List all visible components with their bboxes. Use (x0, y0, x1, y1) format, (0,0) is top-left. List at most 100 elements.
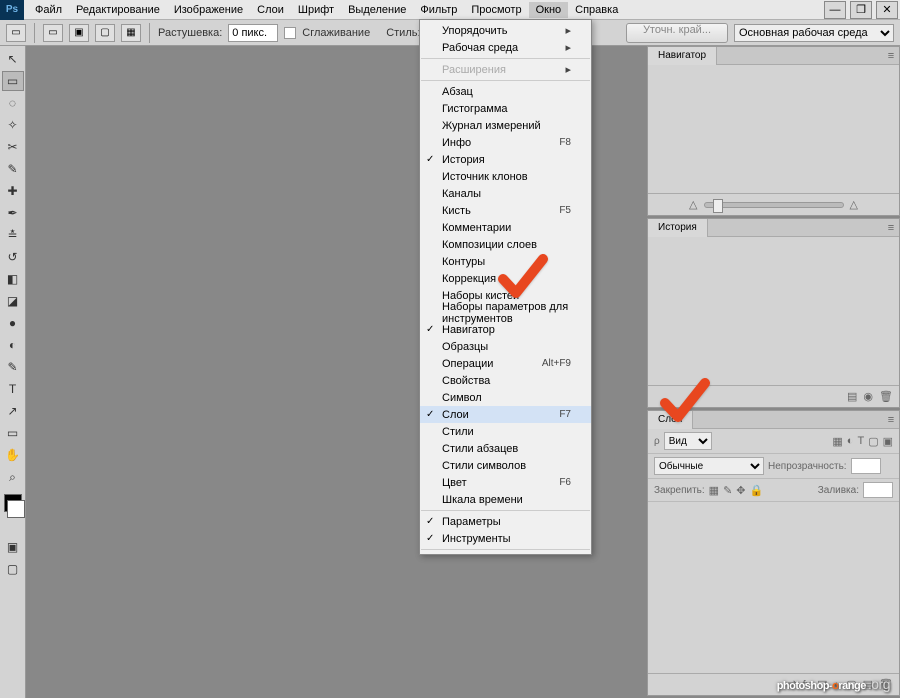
refine-edge-button[interactable]: Уточн. край... (626, 23, 728, 43)
layers-panel: Слои≡ ρ Вид ▦ ◐ T ▢ ▣ Обычные Непрозрачн… (647, 410, 900, 696)
menu-item[interactable]: ✓Инструменты (420, 530, 591, 547)
menu-select[interactable]: Выделение (341, 2, 413, 18)
menu-item[interactable]: Упорядочить▸ (420, 22, 591, 39)
close-button[interactable]: ✕ (876, 1, 898, 19)
menu-item[interactable]: Шкала времени (420, 491, 591, 508)
shape-add-icon[interactable]: ▣ (69, 24, 89, 42)
menu-item[interactable]: Источник клонов (420, 168, 591, 185)
menu-item[interactable]: ✓История (420, 151, 591, 168)
tool-stamp[interactable]: ≛ (2, 225, 24, 245)
menu-window[interactable]: Окно (529, 2, 569, 18)
layers-body[interactable] (648, 502, 899, 673)
tool-screenmode[interactable]: ▢ (2, 559, 24, 579)
navigator-tab[interactable]: Навигатор (648, 47, 717, 65)
antialias-checkbox[interactable] (284, 27, 296, 39)
menu-item[interactable]: Стили абзацев (420, 440, 591, 457)
menu-edit[interactable]: Редактирование (69, 2, 167, 18)
menu-item[interactable]: Стили (420, 423, 591, 440)
tool-brush[interactable]: ✒ (2, 203, 24, 223)
tool-eyedrop[interactable]: ✎ (2, 159, 24, 179)
new-doc-icon[interactable]: ▤ (847, 390, 857, 403)
menu-item[interactable]: Журнал измерений (420, 117, 591, 134)
tool-preset-icon[interactable]: ▭ (6, 24, 26, 42)
tool-wand[interactable]: ✧ (2, 115, 24, 135)
workspace-select[interactable]: Основная рабочая среда (734, 24, 894, 42)
menu-item[interactable]: Стили символов (420, 457, 591, 474)
zoom-in-icon[interactable]: △ (850, 198, 858, 211)
shape-int-icon[interactable]: ▦ (121, 24, 141, 42)
menu-item[interactable]: Образцы (420, 338, 591, 355)
tool-path[interactable]: ↗ (2, 401, 24, 421)
tool-lasso[interactable]: ◌ (2, 93, 24, 113)
tool-crop[interactable]: ✂ (2, 137, 24, 157)
zoom-out-icon[interactable]: △ (689, 198, 697, 211)
menu-item[interactable]: ✓Навигатор (420, 321, 591, 338)
minimize-button[interactable]: — (824, 1, 846, 19)
filter-image-icon[interactable]: ▦ (832, 435, 842, 448)
maximize-button[interactable]: ❐ (850, 1, 872, 19)
shape-rect-icon[interactable]: ▭ (43, 24, 63, 42)
menu-item[interactable]: ОперацииAlt+F9 (420, 355, 591, 372)
menu-type[interactable]: Шрифт (291, 2, 341, 18)
tool-history-brush[interactable]: ↺ (2, 247, 24, 267)
menu-item[interactable]: КистьF5 (420, 202, 591, 219)
panel-menu-icon[interactable]: ≡ (883, 414, 899, 426)
fill-input[interactable] (863, 482, 893, 498)
filter-type-icon[interactable]: T (857, 435, 864, 447)
background-swatch[interactable] (7, 500, 25, 518)
menu-help[interactable]: Справка (568, 2, 625, 18)
zoom-slider-thumb[interactable] (713, 199, 723, 213)
panel-menu-icon[interactable]: ≡ (883, 50, 899, 62)
menu-item[interactable]: Рабочая среда▸ (420, 39, 591, 56)
tool-hand[interactable]: ✋ (2, 445, 24, 465)
menu-item[interactable]: ✓Параметры (420, 513, 591, 530)
tool-move[interactable]: ↖ (2, 49, 24, 69)
panel-menu-icon[interactable]: ≡ (883, 222, 899, 234)
menu-item[interactable]: Наборы параметров для инструментов (420, 304, 591, 321)
menu-item[interactable]: ИнфоF8 (420, 134, 591, 151)
lock-pos-icon[interactable]: ✥ (736, 484, 745, 497)
history-tab[interactable]: История (648, 219, 708, 237)
tool-marquee[interactable]: ▭ (2, 71, 24, 91)
snapshot-icon[interactable]: ◉ (863, 390, 873, 403)
menu-item[interactable]: Свойства (420, 372, 591, 389)
tool-type[interactable]: T (2, 379, 24, 399)
menu-item[interactable]: Каналы (420, 185, 591, 202)
tool-quickmask[interactable]: ▣ (2, 537, 24, 557)
lock-pixels-icon[interactable]: ✎ (723, 484, 732, 497)
menu-item[interactable]: Гистограмма (420, 100, 591, 117)
tool-shape[interactable]: ▭ (2, 423, 24, 443)
filter-kind-select[interactable]: Вид (664, 432, 712, 450)
tool-zoom[interactable]: ⌕ (2, 467, 24, 487)
tool-gradient[interactable]: ◪ (2, 291, 24, 311)
feather-input[interactable] (228, 24, 278, 42)
menu-layers[interactable]: Слои (250, 2, 291, 18)
menu-item[interactable]: Композиции слоев (420, 236, 591, 253)
shape-sub-icon[interactable]: ▢ (95, 24, 115, 42)
navigator-body[interactable] (648, 65, 899, 193)
menu-view[interactable]: Просмотр (464, 2, 528, 18)
history-body[interactable] (648, 237, 899, 385)
menu-image[interactable]: Изображение (167, 2, 250, 18)
filter-adj-icon[interactable]: ◐ (847, 435, 854, 447)
tool-pen[interactable]: ✎ (2, 357, 24, 377)
menu-file[interactable]: Файл (28, 2, 69, 18)
menu-item[interactable]: ЦветF6 (420, 474, 591, 491)
opacity-input[interactable] (851, 458, 881, 474)
menu-item[interactable]: Абзац (420, 83, 591, 100)
menu-item[interactable]: ✓СлоиF7 (420, 406, 591, 423)
tool-dodge[interactable]: ◐ (2, 335, 24, 355)
trash-icon[interactable]: 🗑 (879, 390, 893, 403)
menu-item[interactable]: Символ (420, 389, 591, 406)
tool-blur[interactable]: ● (2, 313, 24, 333)
filter-shape-icon[interactable]: ▢ (868, 435, 878, 448)
blend-mode-select[interactable]: Обычные (654, 457, 764, 475)
menu-filter[interactable]: Фильтр (413, 2, 464, 18)
filter-smart-icon[interactable]: ▣ (883, 435, 893, 448)
lock-all-icon[interactable]: 🔒 (750, 484, 764, 497)
tool-heal[interactable]: ✚ (2, 181, 24, 201)
tool-eraser[interactable]: ◧ (2, 269, 24, 289)
lock-trans-icon[interactable]: ▦ (709, 484, 719, 497)
zoom-slider[interactable] (704, 202, 844, 208)
menu-item[interactable]: Комментарии (420, 219, 591, 236)
